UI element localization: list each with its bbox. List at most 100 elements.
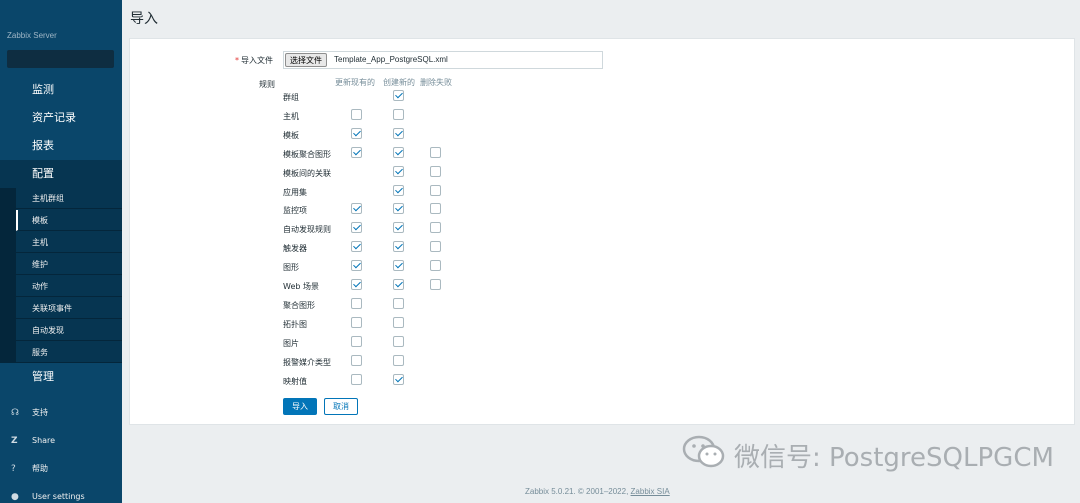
submenu-actions[interactable]: 动作 (16, 276, 122, 297)
checkbox-create[interactable] (393, 260, 404, 272)
submenu-discovery[interactable]: 自动发现 (16, 320, 122, 341)
choose-file-button[interactable]: 选择文件 (285, 53, 327, 67)
checkbox-update[interactable] (351, 316, 362, 328)
checkbox-create[interactable] (393, 354, 404, 366)
checkbox-update[interactable] (351, 108, 362, 120)
nav-administration[interactable]: 管理 (0, 363, 122, 391)
import-form-card (129, 38, 1075, 425)
submenu-hosts[interactable]: 主机 (16, 232, 122, 253)
column-create-new: 创建新的 (383, 78, 415, 87)
submenu-guide (0, 188, 16, 363)
rule-row: 拓扑图 (283, 316, 483, 334)
footer-link[interactable]: Zabbix SIA (631, 487, 670, 496)
nav-monitoring[interactable]: 监测 (0, 76, 122, 104)
checkbox-update[interactable] (351, 260, 362, 272)
nav-configuration[interactable]: 配置 (0, 160, 122, 188)
checkbox-delete[interactable] (430, 146, 441, 158)
nav-share[interactable]: Z Share (0, 430, 122, 452)
checkbox-create[interactable] (393, 373, 404, 385)
checkbox-update[interactable] (351, 146, 362, 158)
checkbox-update[interactable] (351, 241, 362, 253)
checkbox-update[interactable] (351, 335, 362, 347)
rule-row: 映射值 (283, 373, 483, 391)
checkbox-update[interactable] (351, 203, 362, 215)
checkbox-create[interactable] (393, 279, 404, 290)
search-input[interactable] (7, 50, 114, 68)
column-update-existing: 更新现有的 (335, 78, 375, 87)
checkbox-create[interactable] (393, 222, 404, 234)
support-label: 支持 (32, 408, 48, 417)
rule-row: 自动发现规则 (283, 221, 483, 239)
checkbox-create[interactable] (393, 90, 404, 101)
rule-name: 模板间的关联 (283, 168, 331, 178)
submenu-services[interactable]: 服务 (16, 342, 122, 363)
nav-inventory[interactable]: 资产记录 (0, 104, 122, 132)
rule-row: 模板间的关联 (283, 165, 483, 183)
page-title: 导入 (130, 11, 158, 27)
checkbox-create[interactable] (393, 241, 404, 253)
nav-reports[interactable]: 报表 (0, 132, 122, 160)
rule-name: 模板聚合图形 (283, 149, 331, 159)
footer-text: Zabbix 5.0.21. © 2001–2022, (525, 487, 629, 496)
rule-name: 主机 (283, 111, 299, 121)
watermark-text: 微信号: PostgreSQLPGCM (734, 443, 1054, 473)
submenu-templates[interactable]: 模板 (16, 210, 122, 231)
checkbox-create[interactable] (393, 184, 404, 196)
checkbox-update[interactable] (351, 279, 362, 290)
nav-support[interactable]: ☊ 支持 (0, 402, 122, 424)
help-label: 帮助 (32, 464, 48, 473)
cancel-button[interactable]: 取消 (324, 398, 358, 415)
checkbox-create[interactable] (393, 146, 404, 158)
checkbox-delete[interactable] (430, 260, 441, 272)
rule-row: 报警媒介类型 (283, 354, 483, 372)
nav-help[interactable]: ? 帮助 (0, 458, 122, 480)
checkbox-create[interactable] (393, 335, 404, 347)
checkbox-update[interactable] (351, 354, 362, 366)
file-name: Template_App_PostgreSQL.xml (334, 55, 448, 64)
rule-name: 图片 (283, 338, 299, 348)
checkbox-delete[interactable] (430, 165, 441, 177)
checkbox-delete[interactable] (430, 279, 441, 290)
checkbox-create[interactable] (393, 297, 404, 309)
import-file-label-text: 导入文件 (241, 56, 273, 65)
checkbox-create[interactable] (393, 108, 404, 120)
rule-name: 映射值 (283, 376, 307, 386)
checkbox-update[interactable] (351, 297, 362, 309)
checkbox-update[interactable] (351, 222, 362, 234)
rule-name: 图形 (283, 263, 299, 273)
user-settings-label: User settings (32, 492, 85, 501)
checkbox-delete[interactable] (430, 222, 441, 234)
user-icon: ● (11, 492, 19, 502)
rule-name: 群组 (283, 93, 299, 102)
rule-row: 应用集 (283, 184, 483, 202)
file-input[interactable]: 选择文件 Template_App_PostgreSQL.xml (283, 51, 603, 69)
rule-row: 主机 (283, 108, 483, 126)
submenu-maintenance[interactable]: 维护 (16, 254, 122, 275)
checkbox-create[interactable] (393, 165, 404, 177)
nav-user-settings[interactable]: ● User settings (0, 486, 122, 503)
import-file-label: * 导入文件 (235, 55, 273, 66)
wechat-logo-icon (682, 435, 725, 468)
server-name: Zabbix Server (7, 31, 57, 40)
checkbox-create[interactable] (393, 316, 404, 328)
submenu-event-correlation[interactable]: 关联项事件 (16, 298, 122, 319)
column-delete-missing: 删除失败 (420, 78, 452, 87)
import-button[interactable]: 导入 (283, 398, 317, 415)
checkbox-delete[interactable] (430, 203, 441, 215)
checkbox-create[interactable] (393, 203, 404, 215)
rule-row: 模板 (283, 127, 483, 145)
checkbox-update[interactable] (351, 373, 362, 385)
checkbox-delete[interactable] (430, 184, 441, 196)
rules-label: 规则 (259, 80, 275, 89)
checkbox-delete[interactable] (430, 241, 441, 253)
rule-row: 触发器 (283, 240, 483, 258)
rule-name: 聚合图形 (283, 300, 315, 310)
checkbox-create[interactable] (393, 127, 404, 139)
rule-row: 图形 (283, 259, 483, 277)
help-icon: ? (11, 464, 16, 474)
rule-name: 自动发现规则 (283, 225, 331, 235)
submenu-host-groups[interactable]: 主机群组 (16, 188, 122, 209)
rule-name: 模板 (283, 130, 299, 140)
checkbox-update[interactable] (351, 127, 362, 139)
headset-icon: ☊ (11, 408, 19, 418)
